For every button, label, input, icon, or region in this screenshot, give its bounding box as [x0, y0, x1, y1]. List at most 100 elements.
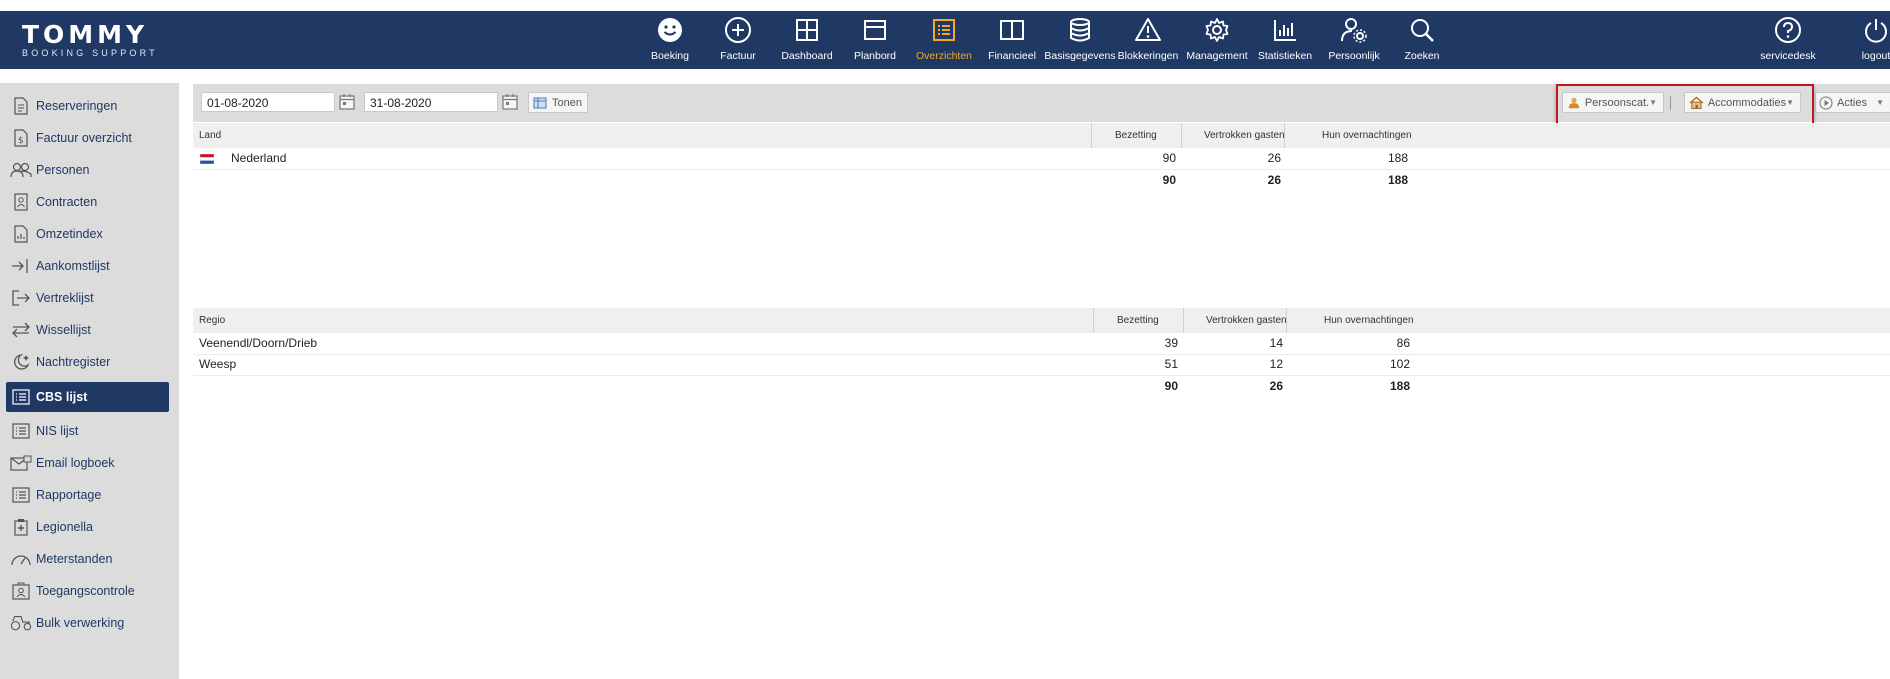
play-circle-icon — [1819, 96, 1833, 109]
chevron-down-icon: ▼ — [1876, 98, 1884, 107]
warning-icon — [1135, 18, 1161, 41]
bar-chart-icon — [1274, 20, 1296, 41]
col-bezetting: Bezetting — [1117, 315, 1159, 326]
nav-logout[interactable]: logout — [1858, 11, 1890, 69]
sidebar-item-wissellijst[interactable]: Wissellijst — [6, 315, 169, 345]
table-row: Nederland 90 26 188 — [193, 148, 1890, 170]
date-to-field[interactable]: 31-08-2020 — [364, 92, 498, 112]
sidebar-item-omzetindex[interactable]: Omzetindex — [6, 219, 169, 249]
row-country-name: Nederland — [231, 151, 287, 165]
table-total-row: 90 26 188 — [193, 376, 1890, 397]
nav-label: Blokkeringen — [1117, 50, 1179, 62]
sidebar-item-label: Personen — [36, 163, 90, 177]
sidebar-item-label: Aankomstlijst — [36, 259, 110, 273]
nav-label: Zoeken — [1404, 50, 1440, 62]
nav-label: Basisgegevens — [1044, 50, 1116, 62]
col-regio: Regio — [199, 315, 226, 326]
nav-statistieken[interactable]: Statistieken — [1258, 11, 1312, 69]
sidebar-item-label: Reserveringen — [36, 99, 118, 113]
sidebar-item-legionella[interactable]: Legionella — [6, 512, 169, 542]
nav-label: Statistieken — [1257, 50, 1313, 62]
sidebar-item-cbs-lijst[interactable]: CBS lijst — [6, 382, 169, 412]
sidebar-item-meterstanden[interactable]: Meterstanden — [6, 544, 169, 574]
date-from-field[interactable]: 01-08-2020 — [201, 92, 335, 112]
planbord-icon — [864, 20, 886, 40]
col-overnachtingen: Hun overnachtingen — [1322, 130, 1412, 141]
sidebar-item-nis-lijst[interactable]: NIS lijst — [6, 416, 169, 446]
nav-boeking[interactable]: Boeking — [651, 11, 689, 69]
power-icon — [1865, 19, 1887, 43]
nav-financieel[interactable]: Financieel — [988, 11, 1036, 69]
nav-servicedesk[interactable]: servicedesk — [1760, 11, 1816, 69]
people-icon — [10, 159, 32, 181]
person-category-label: Persoonscat. — [1584, 96, 1650, 109]
document-icon — [10, 95, 32, 117]
contract-icon — [10, 191, 32, 213]
sidebar-item-bulk-verwerking[interactable]: Bulk verwerking — [6, 608, 169, 638]
tommy-logo[interactable]: TOMMY BOOKING SUPPORT — [22, 22, 158, 59]
row-overnachtingen: 102 — [1389, 357, 1410, 371]
total-vertrokken: 26 — [1267, 173, 1281, 187]
nav-blokkeringen[interactable]: Blokkeringen — [1118, 11, 1178, 69]
sidebar-item-vertreklijst[interactable]: Vertreklijst — [6, 283, 169, 313]
row-vertrokken: 14 — [1269, 336, 1283, 350]
sidebar-item-reserveringen[interactable]: Reserveringen — [6, 91, 169, 121]
sidebar-item-factuur-overzicht[interactable]: $ Factuur overzicht — [6, 123, 169, 153]
nav-dashboard[interactable]: Dashboard — [781, 11, 833, 69]
column-divider — [1183, 308, 1184, 333]
sidebar-item-nachtregister[interactable]: Nachtregister — [6, 347, 169, 377]
total-overnachtingen: 188 — [1387, 173, 1408, 187]
actions-label: Acties — [1837, 96, 1867, 109]
column-divider — [1093, 308, 1094, 333]
list-icon — [933, 19, 955, 41]
nav-overzichten[interactable]: Overzichten — [916, 11, 972, 69]
badge-icon — [10, 580, 32, 602]
sidebar-item-label: Nachtregister — [36, 355, 111, 369]
show-button[interactable]: Tonen — [528, 92, 588, 113]
nav-label: Boeking — [651, 50, 689, 62]
row-vertrokken: 26 — [1267, 151, 1281, 165]
nav-factuur[interactable]: Factuur — [720, 11, 756, 69]
sidebar-item-contracten[interactable]: Contracten — [6, 187, 169, 217]
column-divider — [1284, 123, 1285, 148]
nav-label: Planbord — [853, 50, 897, 62]
sidebar-item-email-logboek[interactable]: Email logboek — [6, 448, 169, 478]
plus-circle-icon — [725, 17, 751, 43]
nav-management[interactable]: Management — [1186, 11, 1248, 69]
list-icon — [10, 386, 32, 408]
calendar-icon[interactable] — [501, 93, 519, 111]
nav-label: Dashboard — [781, 50, 833, 62]
row-bezetting: 90 — [1162, 151, 1176, 165]
nav-label: servicedesk — [1760, 50, 1816, 62]
nav-persoonlijk[interactable]: Persoonlijk — [1328, 11, 1380, 69]
divider — [1670, 96, 1671, 110]
sidebar-item-label: Vertreklijst — [36, 291, 94, 305]
row-bezetting: 51 — [1164, 357, 1178, 371]
nav-zoeken[interactable]: Zoeken — [1404, 11, 1440, 69]
sidebar-item-rapportage[interactable]: Rapportage — [6, 480, 169, 510]
nav-planbord[interactable]: Planbord — [854, 11, 896, 69]
sidebar-item-label: NIS lijst — [36, 424, 79, 438]
sidebar-item-label: Factuur overzicht — [36, 131, 132, 145]
sidebar-item-personen[interactable]: Personen — [6, 155, 169, 185]
sidebar-item-label: Omzetindex — [36, 227, 103, 241]
col-vertrokken: Vertrokken gasten — [1204, 130, 1285, 141]
total-vertrokken: 26 — [1269, 379, 1283, 393]
accommodations-dropdown[interactable]: Accommodaties ▼ — [1684, 92, 1801, 113]
gauge-icon — [10, 548, 32, 570]
calendar-icon[interactable] — [338, 93, 356, 111]
database-icon — [1070, 18, 1090, 42]
smiley-icon — [658, 18, 682, 42]
nav-label: Financieel — [988, 50, 1036, 62]
nav-basisgegevens[interactable]: Basisgegevens — [1044, 11, 1116, 69]
sidebar-item-toegangscontrole[interactable]: Toegangscontrole — [6, 576, 169, 606]
nav-label: Factuur — [720, 50, 756, 62]
accommodations-label: Accommodaties — [1707, 96, 1787, 109]
column-divider — [1091, 123, 1092, 148]
show-button-label: Tonen — [552, 96, 582, 109]
person-category-dropdown[interactable]: Persoonscat. ▼ — [1562, 92, 1664, 113]
actions-dropdown[interactable]: Acties ▼ — [1815, 92, 1890, 113]
sidebar-item-aankomstlijst[interactable]: Aankomstlijst — [6, 251, 169, 281]
sidebar-item-label: Email logboek — [36, 456, 115, 470]
list-icon — [10, 484, 32, 506]
